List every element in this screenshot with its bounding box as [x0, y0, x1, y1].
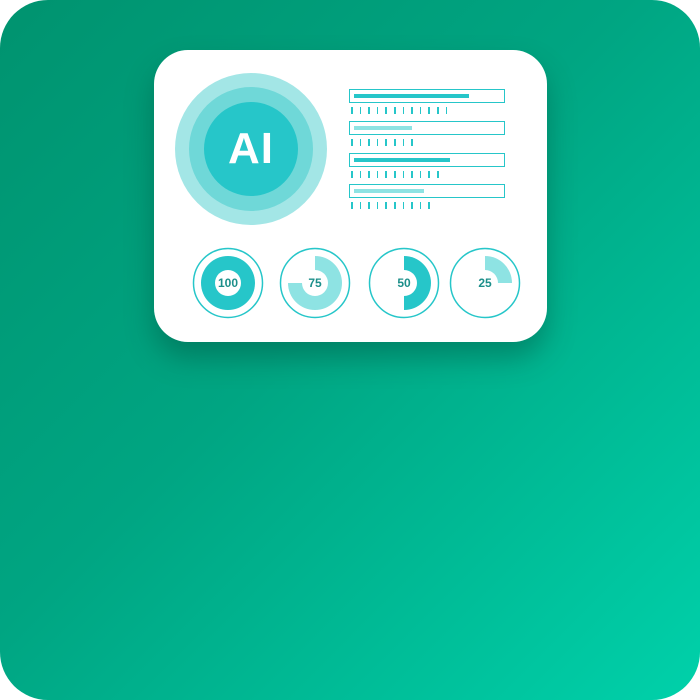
tick-mark: [402, 202, 405, 209]
tick-mark: [351, 139, 353, 146]
tick-mark: [376, 171, 379, 178]
tick-mark: [359, 171, 362, 178]
tick-mark: [376, 202, 379, 209]
tick-mark: [437, 171, 439, 178]
gauge: 100: [192, 247, 264, 319]
tick-mark: [411, 202, 413, 209]
progress-bar-track: [349, 184, 505, 198]
tick-mark: [428, 202, 430, 209]
tick-mark: [385, 139, 387, 146]
progress-bar-track: [349, 153, 505, 167]
dashboard-card: AI 100 75 50 25: [154, 50, 547, 342]
progress-bar-fill: [354, 189, 424, 193]
gauge-value-label: 25: [478, 276, 492, 290]
ai-badge-label: AI: [228, 124, 274, 173]
tick-mark: [368, 139, 370, 146]
progress-bar-track: [349, 89, 505, 103]
tick-mark: [402, 107, 405, 114]
tick-mark: [359, 202, 362, 209]
progress-bar-fill: [354, 94, 470, 98]
gauge: 75: [279, 247, 351, 319]
tick-mark: [394, 139, 396, 146]
tick-mark: [368, 202, 370, 209]
tick-mark: [394, 107, 396, 114]
tick-mark: [368, 107, 370, 114]
tick-mark: [437, 107, 439, 114]
tick-mark: [411, 107, 413, 114]
tick-mark: [419, 202, 422, 209]
tick-mark: [394, 171, 396, 178]
tick-mark: [411, 139, 413, 146]
tick-mark: [445, 107, 448, 114]
progress-bar-track: [349, 121, 505, 135]
gauge-value-label: 75: [308, 276, 322, 290]
tick-mark: [359, 139, 362, 146]
tick-mark: [359, 107, 362, 114]
tick-mark: [428, 171, 430, 178]
progress-bar-fill: [354, 158, 451, 162]
tick-mark: [351, 107, 353, 114]
tick-mark: [376, 107, 379, 114]
gauge: 25: [449, 247, 521, 319]
tick-mark: [368, 171, 370, 178]
tick-mark: [428, 107, 430, 114]
tick-mark: [419, 171, 422, 178]
tick-mark: [402, 139, 405, 146]
tick-mark: [402, 171, 405, 178]
progress-bar-list: [349, 89, 509, 219]
tick-mark: [351, 171, 353, 178]
gauge-value-label: 100: [217, 276, 239, 290]
tick-mark: [394, 202, 396, 209]
tick-mark: [411, 171, 413, 178]
gauge: 50: [368, 247, 440, 319]
tick-mark: [385, 171, 387, 178]
tick-mark: [419, 107, 422, 114]
app-icon-tile: AI 100 75 50 25: [0, 0, 700, 700]
progress-bar-fill: [354, 126, 412, 130]
tick-mark: [385, 107, 387, 114]
gauge-value-label: 50: [397, 276, 411, 290]
tick-mark: [385, 202, 387, 209]
tick-mark: [376, 139, 379, 146]
tick-mark: [351, 202, 353, 209]
